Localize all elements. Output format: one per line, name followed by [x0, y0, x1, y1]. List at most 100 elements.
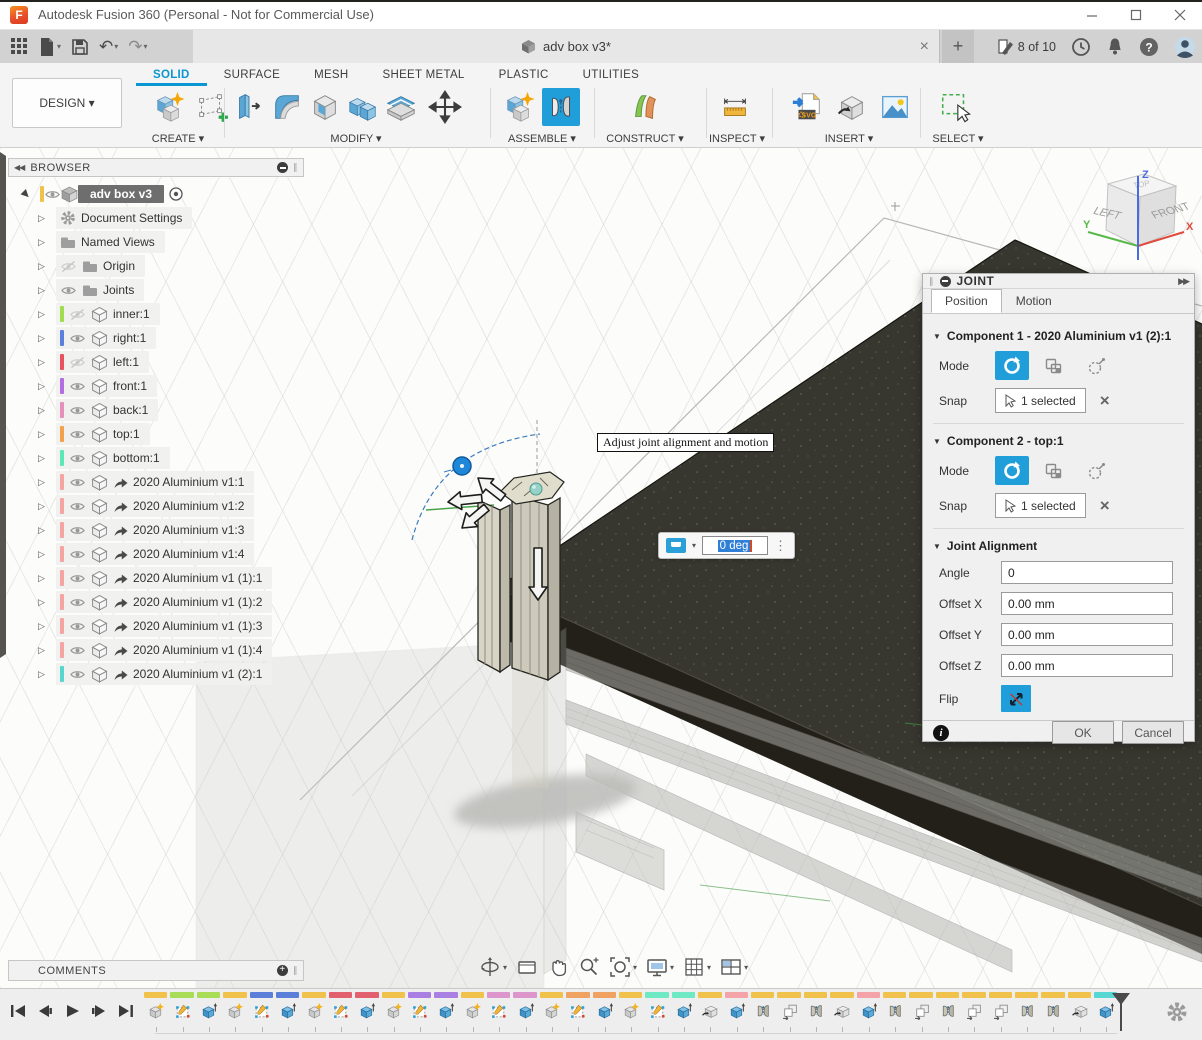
- dialog-grip[interactable]: ∥: [929, 276, 934, 287]
- construct-plane-button[interactable]: [626, 88, 664, 126]
- joint-origin-snap-point[interactable]: [530, 483, 542, 495]
- tree-item-2020-aluminium-v1-2-1[interactable]: ▷2020 Aluminium v1 (2):1: [8, 662, 304, 686]
- tab-plastic[interactable]: PLASTIC: [482, 63, 566, 86]
- eye-icon[interactable]: [69, 332, 86, 345]
- mode-motion-icon[interactable]: [1079, 351, 1113, 380]
- new-tab-button[interactable]: +: [942, 30, 974, 63]
- eye-icon[interactable]: [69, 596, 86, 609]
- dropdown-caret-icon[interactable]: ▾: [670, 963, 674, 972]
- design-workspace-dropdown[interactable]: DESIGN ▾: [12, 78, 122, 128]
- tab-motion[interactable]: Motion: [1002, 289, 1066, 313]
- timeline-item-sketch[interactable]: [486, 992, 512, 1032]
- avatar[interactable]: [1174, 36, 1196, 58]
- tree-item-front-1[interactable]: ▷front:1: [8, 374, 304, 398]
- eye-icon[interactable]: [69, 572, 86, 585]
- app-grid-icon[interactable]: [8, 33, 31, 61]
- offset-y-field[interactable]: [1001, 623, 1173, 646]
- expand-icon[interactable]: ▷: [38, 381, 56, 392]
- joint-type-dropdown-icon[interactable]: ▾: [692, 541, 696, 550]
- offset-x-field[interactable]: [1001, 592, 1173, 615]
- tree-item-document-settings[interactable]: ▷Document Settings: [8, 206, 304, 230]
- timeline-item-component[interactable]: [381, 992, 407, 1032]
- shell-button[interactable]: [306, 88, 344, 126]
- timeline-item-sketch[interactable]: [328, 992, 354, 1032]
- insert-canvas-button[interactable]: [876, 88, 914, 126]
- tree-item-2020-aluminium-v1-4[interactable]: ▷2020 Aluminium v1:4: [8, 542, 304, 566]
- expand-icon[interactable]: ▷: [38, 213, 56, 224]
- flip-button[interactable]: [1001, 685, 1031, 712]
- timeline-playhead[interactable]: [1112, 993, 1130, 1031]
- timeline-item-extrude[interactable]: [724, 992, 750, 1032]
- tree-item-2020-aluminium-v1-1-4[interactable]: ▷2020 Aluminium v1 (1):4: [8, 638, 304, 662]
- fillet-button[interactable]: [268, 88, 306, 126]
- timeline-item-sketch[interactable]: [249, 992, 275, 1032]
- history-clock-icon[interactable]: [1071, 37, 1091, 57]
- expand-icon[interactable]: ▷: [38, 333, 56, 344]
- timeline-item-sketch[interactable]: [407, 992, 433, 1032]
- timeline-item-extrude[interactable]: [512, 992, 538, 1032]
- eye-icon[interactable]: [69, 668, 86, 681]
- undo-button[interactable]: ↶▾: [96, 33, 121, 61]
- timeline-item-extrude[interactable]: [433, 992, 459, 1032]
- expand-icon[interactable]: ▷: [38, 597, 56, 608]
- timeline-item-joint[interactable]: [1040, 992, 1066, 1032]
- timeline-item-sketch[interactable]: [565, 992, 591, 1032]
- close-button[interactable]: [1158, 0, 1202, 29]
- tab-solid[interactable]: SOLID: [136, 63, 207, 86]
- dropdown-caret-icon[interactable]: ▾: [707, 963, 711, 972]
- timeline-settings-gear-icon[interactable]: [1166, 1001, 1188, 1028]
- minimize-button[interactable]: [1070, 0, 1114, 29]
- eye-icon[interactable]: [69, 548, 86, 561]
- tree-item-top-1[interactable]: ▷top:1: [8, 422, 304, 446]
- info-icon[interactable]: i: [933, 725, 949, 741]
- tree-item-left-1[interactable]: ▷left:1: [8, 350, 304, 374]
- joint-dialog-header[interactable]: ∥ JOINT ▶▶: [923, 274, 1194, 289]
- tab-mesh[interactable]: MESH: [297, 63, 365, 86]
- tab-sheet-metal[interactable]: SHEET METAL: [366, 63, 482, 86]
- timeline-item-extrude[interactable]: [354, 992, 380, 1032]
- tree-item-bottom-1[interactable]: ▷bottom:1: [8, 446, 304, 470]
- offset-z-field[interactable]: [1001, 654, 1173, 677]
- joint-alignment-section-header[interactable]: ▼Joint Alignment: [933, 539, 1184, 553]
- playback-skip-end-button[interactable]: [116, 1001, 136, 1021]
- timeline-item-insert[interactable]: [1067, 992, 1093, 1032]
- clear-selection-icon[interactable]: ×: [1100, 497, 1110, 514]
- dropdown-caret-icon[interactable]: ▾: [744, 963, 748, 972]
- timeline-item-insert[interactable]: [829, 992, 855, 1032]
- tree-item-right-1[interactable]: ▷right:1: [8, 326, 304, 350]
- timeline-item-component[interactable]: [460, 992, 486, 1032]
- expand-icon[interactable]: ▷: [38, 309, 56, 320]
- expand-icon[interactable]: ▷: [38, 357, 56, 368]
- split-body-button[interactable]: [382, 88, 420, 126]
- group-label-create[interactable]: CREATE ▾: [133, 132, 223, 145]
- expand-icon[interactable]: ▷: [38, 453, 56, 464]
- timeline-item-component[interactable]: [301, 992, 327, 1032]
- zoom-icon[interactable]: [578, 956, 600, 978]
- eye-icon[interactable]: [44, 188, 61, 201]
- group-label-construct[interactable]: CONSTRUCT ▾: [600, 132, 690, 145]
- aluminium-extrusion-body[interactable]: [478, 472, 564, 680]
- eye-off-icon[interactable]: [69, 356, 86, 369]
- timeline-item-copy[interactable]: [908, 992, 934, 1032]
- eye-icon[interactable]: [69, 644, 86, 657]
- cancel-button[interactable]: Cancel: [1122, 721, 1184, 744]
- look-at-icon[interactable]: [516, 957, 538, 977]
- display-settings-icon[interactable]: ▾: [646, 957, 674, 977]
- joint-type-icon[interactable]: [666, 538, 686, 553]
- timeline-item-sketch[interactable]: [169, 992, 195, 1032]
- tab-surface[interactable]: SURFACE: [207, 63, 297, 86]
- assemble-new-component-button[interactable]: [500, 88, 538, 126]
- timeline-item-copy[interactable]: [961, 992, 987, 1032]
- angle-input[interactable]: 0 deg: [702, 536, 768, 555]
- timeline-item-copy[interactable]: [776, 992, 802, 1032]
- eye-icon[interactable]: [69, 476, 86, 489]
- orbit-icon[interactable]: ▾: [479, 956, 507, 978]
- dialog-expand-icon[interactable]: ▶▶: [1178, 276, 1188, 287]
- expand-icon[interactable]: ▷: [38, 429, 56, 440]
- expand-icon[interactable]: ▷: [38, 669, 56, 680]
- group-label-insert[interactable]: INSERT ▾: [804, 132, 894, 145]
- expand-icon[interactable]: ▷: [38, 525, 56, 536]
- timeline-item-extrude[interactable]: [196, 992, 222, 1032]
- mode-between-faces-icon[interactable]: [1037, 456, 1071, 485]
- expand-icon[interactable]: ▷: [38, 477, 56, 488]
